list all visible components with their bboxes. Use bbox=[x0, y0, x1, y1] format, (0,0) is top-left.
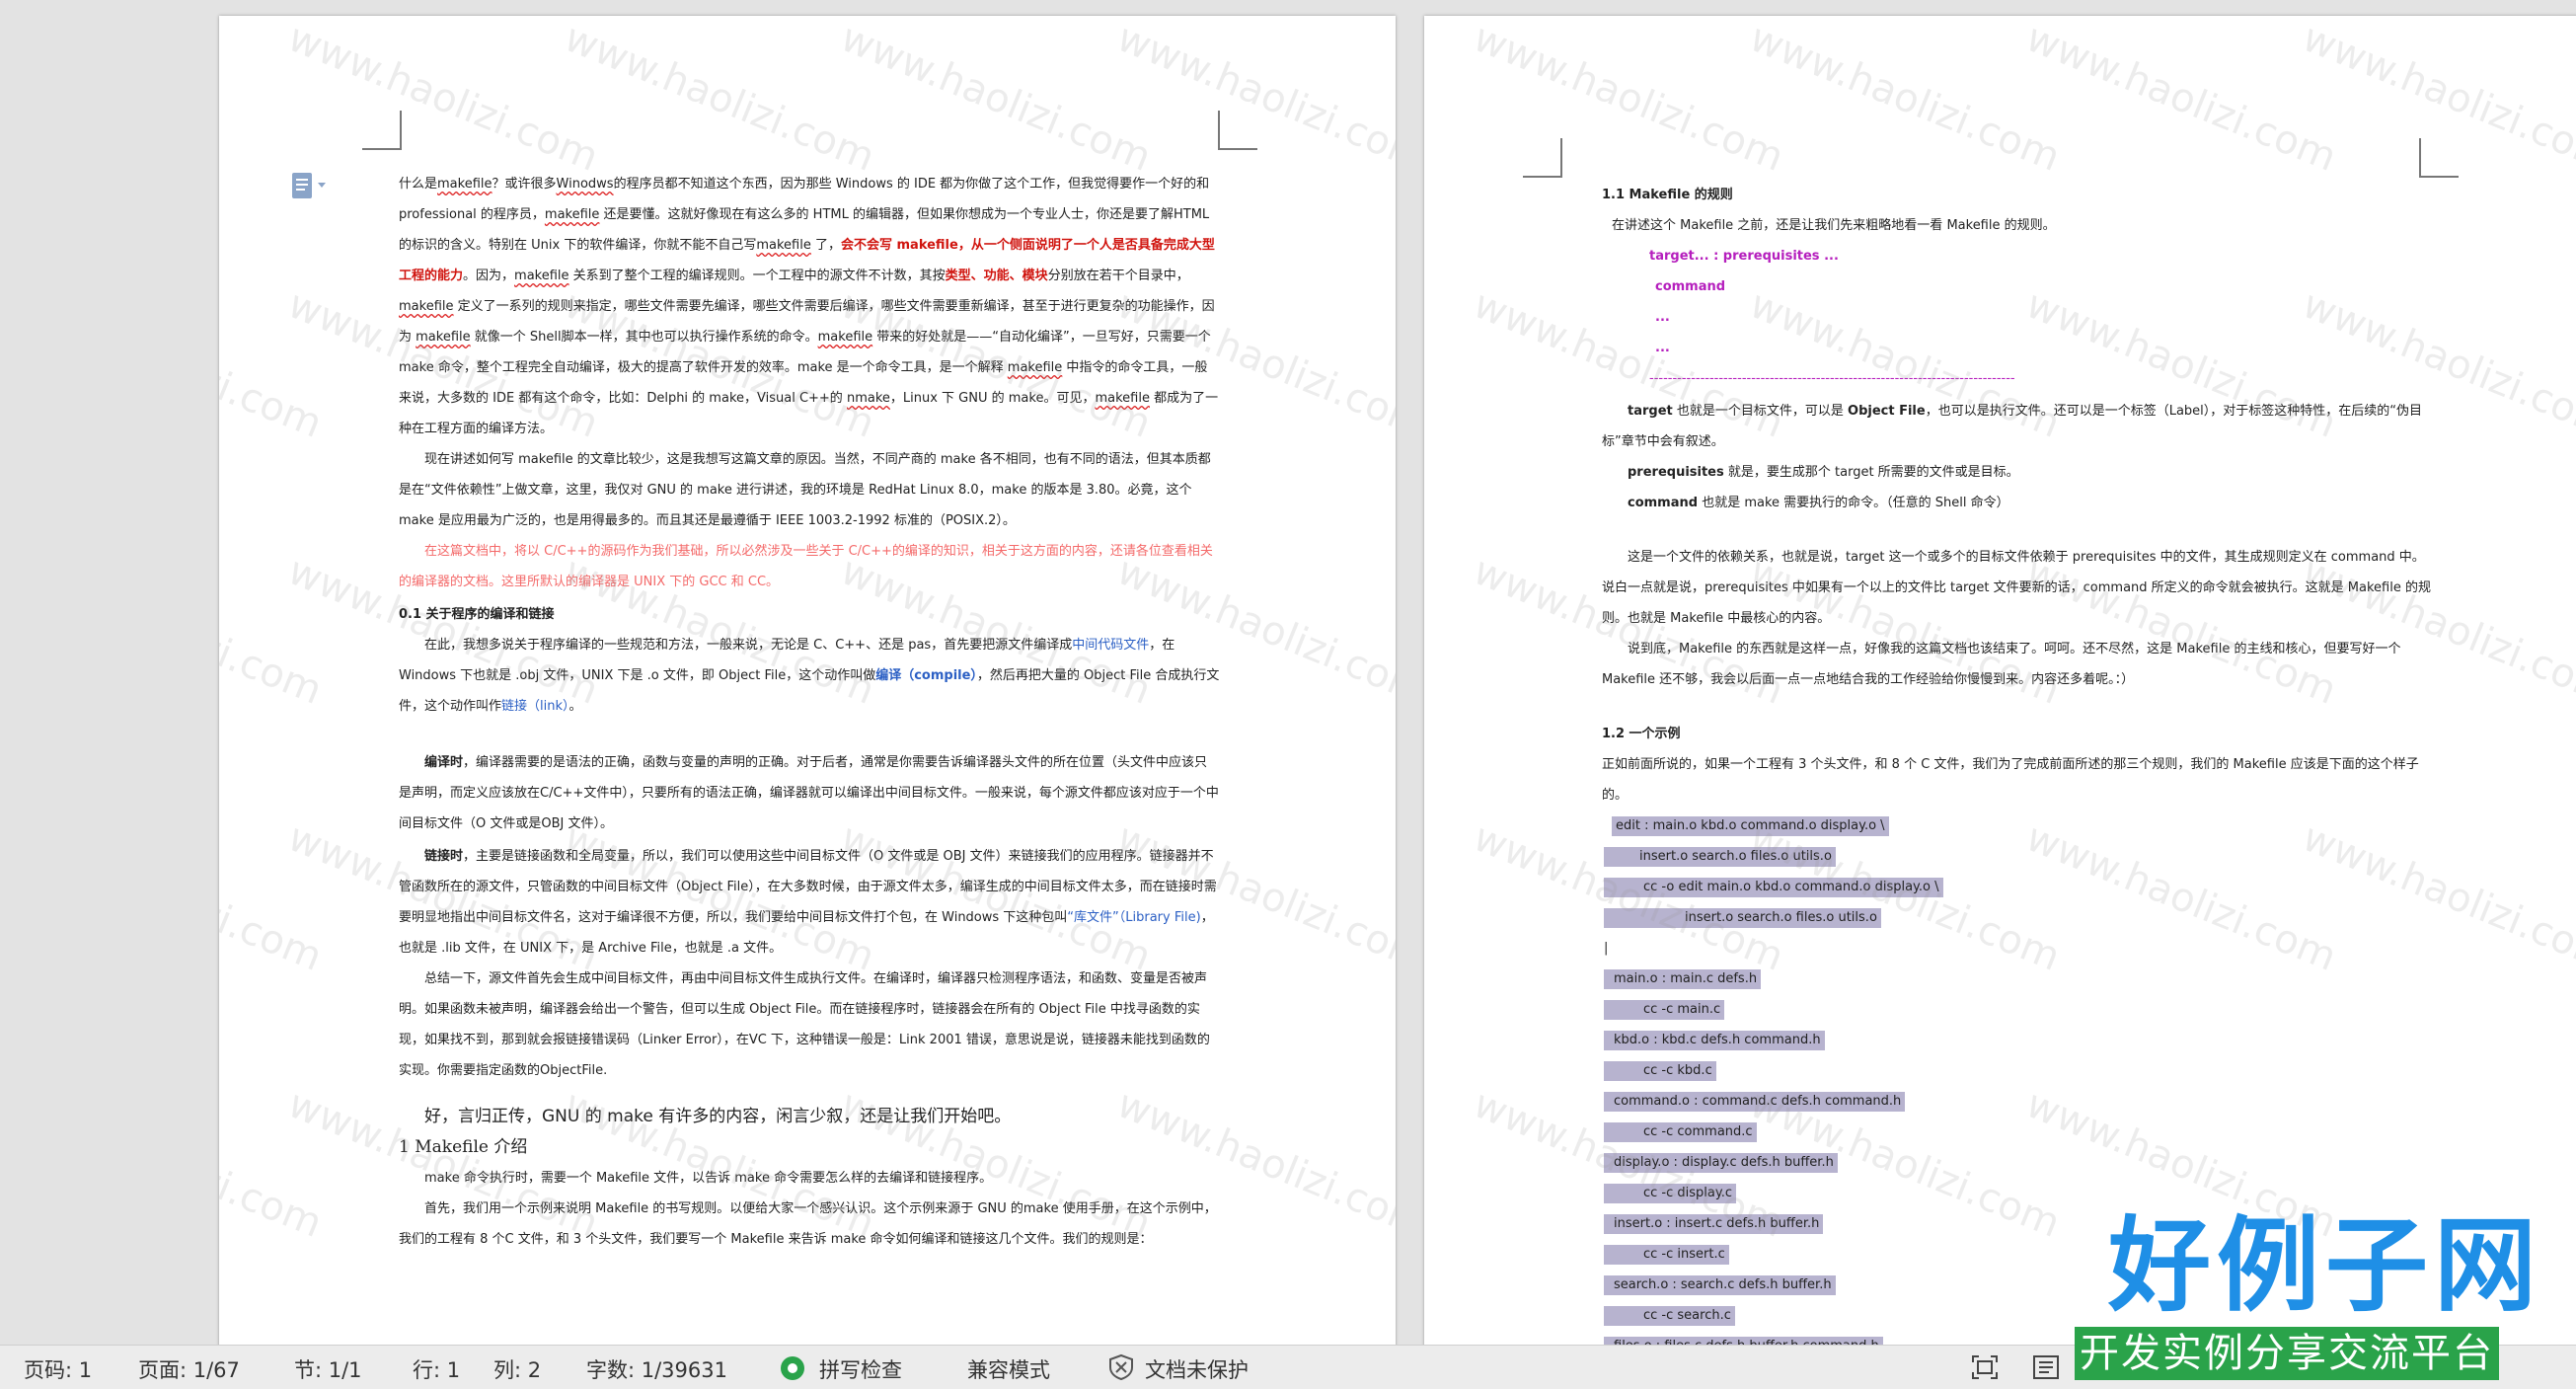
document-workspace[interactable]: 什么是makefile？或许很多Winodws的程序员都不知道这个东西，因为那些… bbox=[0, 0, 2576, 1345]
code-line: command.o : command.c defs.h command.h bbox=[1604, 1086, 2431, 1117]
paragraph-make-command: make 命令执行时，需要一个 Makefile 文件，以告诉 make 命令需… bbox=[424, 1171, 993, 1186]
watermark: www.haolizi.com bbox=[1743, 16, 2067, 181]
rule-ellipsis: ... bbox=[1655, 341, 1670, 355]
rule-command-line: command bbox=[1655, 279, 1726, 294]
compat-mode-label: 兼容模式 bbox=[967, 1358, 1050, 1382]
document-page-2[interactable]: 1.1 Makefile 的规则 在讲述这个 Makefile 之前，还是让我们… bbox=[1424, 16, 2576, 1345]
heading-1-2: 1.2 一个示例 bbox=[1602, 727, 1681, 741]
document-page-1[interactable]: 什么是makefile？或许很多Winodws的程序员都不知道这个东西，因为那些… bbox=[219, 16, 1396, 1345]
code-line: cc -c main.c bbox=[1604, 994, 2431, 1025]
margin-corner-marker bbox=[1523, 138, 1562, 178]
page-view-icon[interactable] bbox=[2031, 1353, 2061, 1386]
paragraph-lets-begin: 好，言归正传，GNU 的 make 有许多的内容，闲言少叙，还是让我们开始吧。 bbox=[424, 1107, 1012, 1126]
document-protection-status[interactable]: 文档未保护 bbox=[1145, 1354, 1249, 1384]
watermark: www.haolizi.com bbox=[558, 16, 881, 181]
status-row: 行: 1 bbox=[413, 1358, 461, 1382]
code-line: cc -c command.c bbox=[1604, 1117, 2431, 1147]
code-line: | bbox=[1604, 941, 1609, 956]
paragraph-link-time: 链接时，主要是链接函数和全局变量，所以，我们可以使用这些中间目标文件（O 文件或… bbox=[399, 849, 1217, 956]
paragraph-compiler-note: 在这篇文档中，将以 C/C++的源码作为我们基础，所以必然涉及一些关于 C/C+… bbox=[399, 544, 1213, 589]
watermark: www.haolizi.com bbox=[281, 16, 605, 181]
paragraph-rule-intro: 在讲述这个 Makefile 之前，还是让我们先来粗略地看一看 Makefile… bbox=[1612, 218, 2056, 233]
rule-target-line: target... : prerequisites ... bbox=[1649, 249, 1839, 264]
paragraph-example: 正如前面所说的，如果一个工程有 3 个头文件，和 8 个 C 文件，我们为了完成… bbox=[1602, 757, 2419, 803]
rule-divider: ----------------------------------------… bbox=[1649, 371, 2014, 386]
watermark: www.haolizi.com bbox=[1110, 16, 1396, 181]
code-line: main.o : main.c defs.h bbox=[1604, 964, 2431, 994]
code-line: cc -c kbd.c bbox=[1604, 1055, 2431, 1086]
logo-subtitle: 开发实例分享交流平台 bbox=[2075, 1327, 2499, 1380]
status-page-code[interactable]: 页码: 1 bbox=[24, 1354, 92, 1384]
code-line: insert.o search.o files.o utils.o bbox=[1604, 841, 2431, 872]
logo-title: 好例子网 bbox=[2107, 1205, 2542, 1326]
paragraph-command: command 也就是 make 需要执行的命令。（任意的 Shell 命令） bbox=[1628, 496, 2009, 510]
watermark: www.haolizi.com bbox=[219, 1081, 329, 1247]
code-line: kbd.o : kbd.c defs.h command.h bbox=[1604, 1025, 2431, 1055]
status-section: 节: 1/1 bbox=[294, 1358, 362, 1382]
spell-check-button[interactable]: 拼写检查 bbox=[819, 1354, 902, 1384]
paragraph-example-intro: 首先，我们用一个示例来说明 Makefile 的书写规则。以便给大家一个感兴认识… bbox=[399, 1201, 1217, 1247]
margin-corner-marker bbox=[362, 111, 402, 150]
watermark: www.haolizi.com bbox=[834, 16, 1158, 181]
heading-1-1: 1.1 Makefile 的规则 bbox=[1602, 188, 1733, 202]
paragraph-core: 说到底，Makefile 的东西就是这样一点，好像我的这篇文档也该结束了。呵呵。… bbox=[1602, 642, 2401, 687]
code-line: edit : main.o kbd.o command.o display.o … bbox=[1604, 810, 2431, 841]
intro-paragraph: 什么是makefile？或许很多Winodws的程序员都不知道这个东西，因为那些… bbox=[399, 177, 1219, 436]
page-2-body: 1.1 Makefile 的规则 在讲述这个 Makefile 之前，还是让我们… bbox=[1602, 180, 2431, 1345]
paragraph-compile-time: 编译时，编译器需要的是语法的正确，函数与变量的声明的正确。对于后者，通常是你需要… bbox=[399, 755, 1219, 831]
watermark: www.haolizi.com bbox=[219, 281, 329, 447]
full-screen-icon[interactable] bbox=[1970, 1353, 2000, 1386]
heading-1-makefile-intro: 1 Makefile 介绍 bbox=[399, 1137, 528, 1157]
watermark: www.haolizi.com bbox=[219, 548, 329, 714]
watermark: www.haolizi.com bbox=[2019, 16, 2343, 181]
paragraph-summary: 总结一下，源文件首先会生成中间目标文件，再由中间目标文件生成执行文件。在编译时，… bbox=[399, 971, 1210, 1078]
page-1-body: 什么是makefile？或许很多Winodws的程序员都不知道这个东西，因为那些… bbox=[399, 169, 1220, 1255]
paragraph-compile-link: 在此，我想多说关于程序编译的一些规范和方法，一般来说，无论是 C、C++、还是 … bbox=[399, 638, 1220, 714]
paragraph-target: target 也就是一个目标文件，可以是 Object File，也可以是执行文… bbox=[1602, 404, 2423, 449]
shield-icon bbox=[1107, 1353, 1135, 1386]
watermark: www.haolizi.com bbox=[219, 814, 329, 980]
status-page[interactable]: 页面: 1/67 bbox=[138, 1354, 240, 1384]
margin-corner-marker bbox=[1218, 111, 1257, 150]
code-line: cc -o edit main.o kbd.o command.o displa… bbox=[1604, 872, 2431, 902]
status-column: 列: 2 bbox=[493, 1358, 542, 1382]
site-logo: 好例子网 开发实例分享交流平台 bbox=[2075, 1202, 2576, 1388]
spell-check-icon[interactable] bbox=[780, 1355, 805, 1386]
document-view-icon[interactable] bbox=[290, 172, 330, 199]
code-line: insert.o search.o files.o utils.o bbox=[1604, 902, 2431, 933]
paragraph-gnu-make: 现在讲述如何写 makefile 的文章比较少，这是我想写这篇文章的原因。当然，… bbox=[399, 452, 1211, 528]
rule-ellipsis: ... bbox=[1655, 310, 1670, 325]
rule-block: target... : prerequisites ... command ..… bbox=[1602, 241, 2431, 394]
code-line: display.o : display.c defs.h buffer.h bbox=[1604, 1147, 2431, 1178]
status-word-count[interactable]: 字数: 1/39631 bbox=[586, 1354, 727, 1384]
heading-0-1: 0.1 关于程序的编译和链接 bbox=[399, 607, 555, 622]
watermark: www.haolizi.com bbox=[1467, 16, 1790, 181]
paragraph-dependency: 这是一个文件的依赖关系，也就是说，target 这一个或多个的目标文件依赖于 p… bbox=[1602, 550, 2431, 626]
paragraph-prerequisites: prerequisites 就是，要生成那个 target 所需要的文件或是目标… bbox=[1628, 465, 2019, 480]
margin-corner-marker bbox=[2419, 138, 2459, 178]
